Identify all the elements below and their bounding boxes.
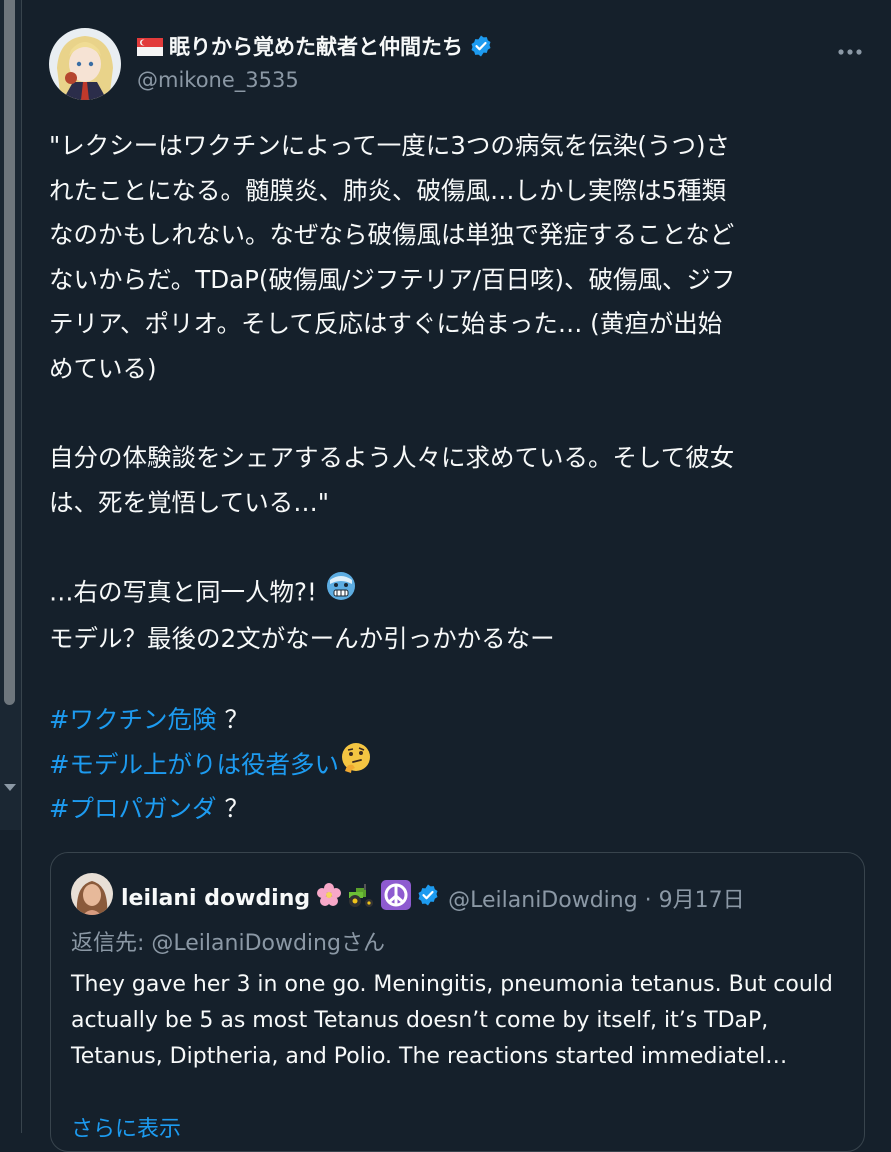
hashtag-row: #モデル上がりは役者多い xyxy=(49,741,373,790)
verified-badge-icon xyxy=(416,883,440,913)
scrollbar[interactable] xyxy=(0,0,22,1133)
hashtag-suffix: ？ xyxy=(224,794,250,824)
hashtag-link[interactable]: #プロパガンダ xyxy=(49,787,217,832)
quoted-header: leilani dowding @LeilaniDowding · 9月17日 xyxy=(121,879,745,917)
peace-symbol-emoji xyxy=(380,879,412,917)
verified-badge-icon xyxy=(469,34,493,58)
author-display-name-row[interactable]: 眠りから覚めた献者と仲間たち xyxy=(137,31,493,61)
quoted-tweet-text: They gave her 3 in one go. Meningitis, p… xyxy=(71,972,833,1069)
tweet-text: "レクシーはワクチンによって一度に3つの病気を伝染(うつ)さ れたことになる。髄… xyxy=(49,124,871,661)
quoted-author-avatar[interactable] xyxy=(71,873,113,915)
scrollbar-track-lower xyxy=(0,830,21,1133)
tractor-emoji xyxy=(346,882,376,914)
thinking-face-emoji xyxy=(339,741,373,790)
quoted-replying-to: 返信先: @LeilaniDowdingさん xyxy=(71,931,385,956)
scroll-down-arrow-icon[interactable] xyxy=(4,784,16,791)
tweet-text-body: "レクシーはワクチンによって一度に3つの病気を伝染(うつ)さ れたことになる。髄… xyxy=(49,131,736,607)
tweet-text-line2: モデル？最後の2文がなーんか引っかかるなー xyxy=(49,623,555,653)
hashtag-link[interactable]: #モデル上がりは役者多い xyxy=(49,743,339,788)
hashtag-row: #ワクチン危険 ？ xyxy=(49,698,373,743)
hashtag-list: #ワクチン危険 ？ #モデル上がりは役者多い #プロパガンダ ？ xyxy=(49,698,373,832)
cold-face-emoji xyxy=(325,570,357,617)
author-display-name[interactable]: 眠りから覚めた献者と仲間たち xyxy=(169,31,463,61)
scrollbar-thumb[interactable] xyxy=(4,0,15,705)
scrollbar-rail xyxy=(21,0,22,1133)
hashtag-row: #プロパガンダ ？ xyxy=(49,787,373,832)
author-avatar[interactable] xyxy=(49,28,121,100)
show-more-link[interactable]: さらに表示 xyxy=(71,1111,181,1143)
singapore-flag-icon xyxy=(137,37,163,56)
hashtag-link[interactable]: #ワクチン危険 xyxy=(49,698,217,743)
hashtag-suffix: ？ xyxy=(224,705,250,734)
quoted-tweet-card[interactable]: leilani dowding @LeilaniDowding · 9月17日 … xyxy=(50,852,865,1152)
cherry-blossom-emoji xyxy=(316,882,342,914)
more-options-icon[interactable] xyxy=(836,42,866,55)
quoted-name-emojis xyxy=(316,879,440,917)
quoted-author-name[interactable]: leilani dowding xyxy=(121,886,310,911)
author-handle[interactable]: @mikone_3535 xyxy=(137,68,299,92)
quoted-handle-date[interactable]: @LeilaniDowding · 9月17日 xyxy=(448,882,745,914)
